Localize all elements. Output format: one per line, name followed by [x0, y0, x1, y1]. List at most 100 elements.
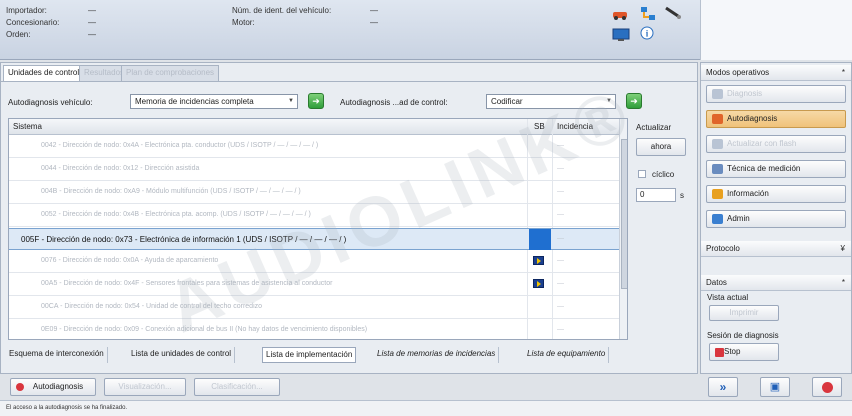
double-chevron-right-icon: » — [719, 380, 727, 394]
visualizacion-button[interactable]: Visualización... — [104, 378, 186, 396]
orden-value: — — [88, 30, 96, 39]
measurement-icon — [712, 164, 723, 174]
table-row[interactable]: 0E09 - Dirección de nodo: 0x09 - Conexió… — [9, 320, 619, 339]
flash-icon — [712, 139, 723, 149]
scrollbar-thumb[interactable] — [621, 139, 627, 289]
imprimir-label: Imprimir — [729, 308, 759, 317]
sesion-diagnosis-label: Sesión de diagnosis — [707, 331, 779, 340]
row-system-text: 004B - Dirección de nodo: 0xA9 - Módulo … — [41, 188, 301, 195]
imprimir-button[interactable]: Imprimir — [709, 305, 779, 321]
mode-label: Autodiagnosis — [727, 114, 778, 123]
interval-value: 0 — [640, 190, 645, 199]
collapse-icon[interactable]: * — [842, 275, 845, 291]
stop-icon — [715, 348, 724, 357]
row-sb-cell — [529, 205, 551, 226]
row-incidencia: — — [557, 326, 564, 333]
tab-lista-equipamiento[interactable]: Lista de equipamiento — [524, 347, 610, 363]
mode-label: Admin — [727, 214, 750, 223]
interval-unit: s — [680, 191, 684, 200]
stop-circle-icon — [16, 383, 24, 391]
sb-flag-icon[interactable] — [533, 279, 544, 288]
arrow-right-icon: ➜ — [312, 96, 320, 106]
information-icon — [712, 189, 723, 199]
arrow-right-icon: ➜ — [630, 96, 638, 106]
autodiagnosis-footer-label: Autodiagnosis — [32, 382, 84, 391]
autodiag-vehiculo-label: Autodiagnosis vehículo: — [8, 98, 93, 107]
footer-toolbar: Autodiagnosis Visualización... Clasifica… — [0, 374, 698, 400]
row-incidencia: — — [557, 211, 564, 218]
datos-header[interactable]: Datos * — [701, 275, 851, 291]
mode-button-informaci-n[interactable]: Información — [706, 185, 846, 203]
row-sb-cell — [529, 320, 551, 339]
clasificacion-label: Clasificación... — [211, 382, 263, 391]
protocolo-header[interactable]: Protocolo ¥ — [701, 241, 851, 257]
close-icon — [822, 382, 833, 393]
layout-button[interactable]: ▣ — [760, 377, 790, 397]
admin-icon — [712, 214, 723, 224]
grid-icon: ▣ — [769, 381, 781, 393]
row-sb-cell — [529, 274, 551, 295]
interval-input[interactable]: 0 — [636, 188, 676, 202]
autodiag-unidad-label: Autodiagnosis ...ad de control: — [340, 98, 448, 107]
table-row[interactable]: 00CA - Dirección de nodo: 0x54 - Unidad … — [9, 297, 619, 319]
mode-button-admin[interactable]: Admin — [706, 210, 846, 228]
modos-operativos-header[interactable]: Modos operativos * — [701, 65, 851, 81]
diagnosis-icon — [712, 89, 723, 99]
tab-lista-memorias[interactable]: Lista de memorias de incidencias — [374, 347, 500, 363]
vin-value: — — [370, 6, 378, 15]
probe-icon[interactable] — [664, 6, 682, 20]
mode-button-autodiagnosis[interactable]: Autodiagnosis — [706, 110, 846, 128]
row-sb-cell — [529, 229, 551, 250]
tab-plan-de-comprobaciones[interactable]: Plan de comprobaciones — [121, 65, 220, 81]
mode-label: Información — [727, 189, 769, 198]
mode-label: Diagnosis — [727, 89, 763, 98]
chevron-down-icon: ▼ — [288, 98, 294, 104]
mode-button-actualizar-con-flash[interactable]: Actualizar con flash — [706, 135, 846, 153]
row-sb-cell — [529, 297, 551, 318]
visualizacion-label: Visualización... — [118, 382, 172, 391]
row-incidencia: — — [557, 280, 564, 287]
right-panel: Modos operativos * Diagnosis Autodiagnosi… — [700, 62, 852, 374]
expand-icon[interactable]: ¥ — [841, 241, 845, 257]
row-system-text: 0044 - Dirección de nodo: 0x12 - Direcci… — [41, 165, 200, 172]
row-system-text: 0052 - Dirección de nodo: 0x4B - Electró… — [41, 211, 311, 218]
autodiagnosis-footer-button[interactable]: Autodiagnosis — [10, 378, 96, 396]
vista-actual-label: Vista actual — [707, 293, 749, 302]
actualizar-label: Actualizar — [636, 123, 672, 132]
tab-lista-implementacion[interactable]: Lista de implementación — [262, 347, 357, 363]
clasificacion-button[interactable]: Clasificación... — [194, 378, 280, 396]
exit-button[interactable] — [812, 377, 842, 397]
autodiag-vehiculo-select[interactable]: Memoria de incidencias completa ▼ — [130, 94, 298, 109]
row-system-text: 0042 - Dirección de nodo: 0x4A - Electró… — [41, 142, 319, 149]
forward-button[interactable]: » — [708, 377, 738, 397]
concesionario-label: Concesionario: — [6, 18, 60, 27]
orden-label: Orden: — [6, 30, 31, 39]
row-incidencia: — — [557, 257, 564, 264]
modos-operativos-title: Modos operativos — [706, 68, 770, 77]
mode-label: Técnica de medición — [727, 164, 801, 173]
collapse-icon[interactable]: * — [842, 65, 845, 81]
network-icon[interactable] — [640, 6, 656, 22]
row-incidencia: — — [557, 235, 564, 242]
tab-lista-unidades[interactable]: Lista de unidades de control — [128, 347, 236, 363]
tab-unidades-de-control[interactable]: Unidades de control — [3, 65, 85, 81]
stop-button[interactable]: Stop — [709, 343, 779, 361]
mode-button-t-cnica-de-medici-n[interactable]: Técnica de medición — [706, 160, 846, 178]
right-footer: » ▣ — [700, 374, 852, 400]
importador-value: — — [88, 6, 96, 15]
screen-icon[interactable] — [612, 28, 630, 42]
mode-button-diagnosis[interactable]: Diagnosis — [706, 85, 846, 103]
ciclico-checkbox[interactable] — [638, 170, 646, 178]
ahora-button[interactable]: ahora — [636, 138, 686, 156]
sb-flag-icon[interactable] — [533, 256, 544, 265]
vehicle-connection-icon[interactable] — [612, 8, 630, 20]
info-icon[interactable]: i — [640, 26, 654, 40]
tab-esquema-interconexion[interactable]: Esquema de interconexión — [6, 347, 108, 363]
datos-title: Datos — [706, 278, 727, 287]
column-sistema[interactable]: Sistema — [13, 122, 42, 131]
row-sb-cell — [529, 251, 551, 272]
go-vehiculo-button[interactable]: ➜ — [308, 93, 324, 109]
autodiag-unidad-value: Codificar — [491, 97, 523, 106]
autodiagnosis-icon — [712, 114, 723, 124]
motor-label: Motor: — [232, 18, 255, 27]
